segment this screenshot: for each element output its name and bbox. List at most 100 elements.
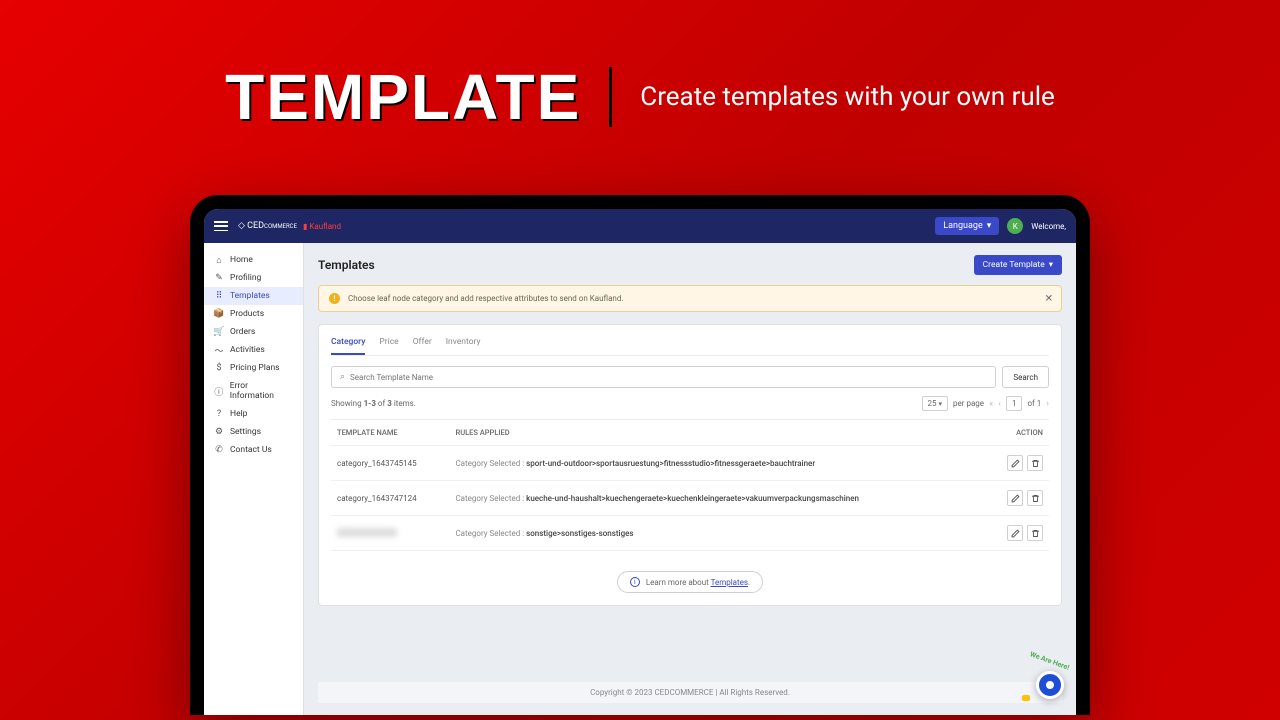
delete-button[interactable] xyxy=(1027,490,1043,506)
table-row: category_1643747124 Category Selected : k… xyxy=(331,481,1049,516)
sidebar-item-label: Activities xyxy=(230,345,265,355)
hero-divider xyxy=(609,67,612,127)
prev-page-icon[interactable]: ‹ xyxy=(998,399,1001,409)
language-button[interactable]: Language ▾ xyxy=(935,217,999,235)
main-content: Templates Create Template ▾ ! Choose lea… xyxy=(304,243,1076,715)
hero-title: TEMPLATE xyxy=(225,60,581,134)
sidebar-item-orders[interactable]: 🛒 Orders xyxy=(204,323,303,341)
rule-path: sport-und-outdoor>sportausruestung>fitne… xyxy=(526,459,815,468)
table-row: Category Selected : sonstige>sonstiges-s… xyxy=(331,516,1049,551)
per-page-select[interactable]: 25 ▾ xyxy=(922,396,949,411)
sidebar-item-label: Orders xyxy=(230,327,255,337)
search-input[interactable] xyxy=(350,373,987,382)
rule-prefix: Category Selected : xyxy=(455,459,526,468)
sidebar: ⌂ Home ✎ Profiling ⠿ Templates 📦 Products 🛒 Order… xyxy=(204,243,304,715)
edit-button[interactable] xyxy=(1007,455,1023,471)
delete-button[interactable] xyxy=(1027,455,1043,471)
chat-icon xyxy=(1036,671,1064,699)
learn-more: i Learn more about Templates. xyxy=(331,569,1049,593)
sidebar-icon: ⌂ xyxy=(214,255,224,265)
welcome-text: Welcome, xyxy=(1031,222,1066,231)
sidebar-item-label: Contact Us xyxy=(230,445,272,455)
sidebar-item-contact-us[interactable]: ✆ Contact Us xyxy=(204,441,303,459)
showing-text: Showing 1-3 of 3 items. xyxy=(331,399,416,408)
sidebar-item-activities[interactable]: 〜 Activities xyxy=(204,341,303,359)
rule-path: sonstige>sonstiges-sonstiges xyxy=(526,529,633,538)
sidebar-item-label: Settings xyxy=(230,427,261,437)
sidebar-icon: ✎ xyxy=(214,273,224,283)
col-name: TEMPLATE NAME xyxy=(331,420,449,446)
page-title: Templates xyxy=(318,258,375,272)
next-page-icon[interactable]: › xyxy=(1046,399,1049,409)
sidebar-item-label: Home xyxy=(230,255,253,265)
edit-button[interactable] xyxy=(1007,525,1023,541)
brand-logo: ◇ CEDCOMMERCE ▮ Kaufland xyxy=(238,221,341,231)
warning-icon: ! xyxy=(329,293,340,304)
close-icon[interactable]: ✕ xyxy=(1045,293,1053,304)
sidebar-item-products[interactable]: 📦 Products xyxy=(204,305,303,323)
sidebar-item-profiling[interactable]: ✎ Profiling xyxy=(204,269,303,287)
sidebar-item-label: Help xyxy=(230,409,247,419)
search-input-wrapper: ⌕ xyxy=(331,366,996,388)
edit-button[interactable] xyxy=(1007,490,1023,506)
templates-card: Category Price Offer Inventory ⌕ Search Sho… xyxy=(318,324,1062,606)
sidebar-item-label: Pricing Plans xyxy=(230,363,280,373)
info-alert: ! Choose leaf node category and add resp… xyxy=(318,285,1062,312)
sidebar-item-label: Templates xyxy=(230,291,270,301)
sidebar-item-label: Error Information xyxy=(230,381,293,401)
table-row: category_1643745145 Category Selected : s… xyxy=(331,446,1049,481)
sidebar-icon: 📦 xyxy=(214,309,224,319)
create-template-button[interactable]: Create Template ▾ xyxy=(974,255,1062,275)
sidebar-item-error-information[interactable]: ⓘ Error Information xyxy=(204,377,303,405)
sidebar-item-label: Profiling xyxy=(230,273,261,283)
chevron-down-icon: ▾ xyxy=(987,221,992,231)
search-button[interactable]: Search xyxy=(1002,366,1049,388)
tab-inventory[interactable]: Inventory xyxy=(446,337,481,355)
rule-prefix: Category Selected : xyxy=(455,494,526,503)
tab-category[interactable]: Category xyxy=(331,337,365,355)
sidebar-icon: ⠿ xyxy=(214,291,224,301)
sidebar-icon: ⓘ xyxy=(214,386,224,396)
template-name: category_1643745145 xyxy=(337,459,417,468)
search-icon: ⌕ xyxy=(340,372,345,382)
avatar[interactable]: K xyxy=(1007,218,1023,234)
topbar: ◇ CEDCOMMERCE ▮ Kaufland Language ▾ K We… xyxy=(204,209,1076,243)
learn-templates-link[interactable]: Templates xyxy=(711,578,748,587)
sidebar-icon: 〜 xyxy=(214,345,224,355)
chat-widget[interactable]: We Are Here! xyxy=(1024,659,1068,703)
pagination: 25 ▾ per page « ‹ 1 of 1 › xyxy=(922,396,1050,411)
templates-table: TEMPLATE NAME RULES APPLIED ACTION categ… xyxy=(331,419,1049,551)
rule-path: kueche-und-haushalt>kuechengeraete>kuech… xyxy=(526,494,859,503)
sidebar-item-templates[interactable]: ⠿ Templates xyxy=(204,287,303,305)
sidebar-icon: $ xyxy=(214,363,224,373)
tab-offer[interactable]: Offer xyxy=(413,337,432,355)
sidebar-icon: ✆ xyxy=(214,445,224,455)
sidebar-item-settings[interactable]: ⚙ Settings xyxy=(204,423,303,441)
hero-banner: TEMPLATE Create templates with your own … xyxy=(0,0,1280,164)
sidebar-icon: ? xyxy=(214,409,224,419)
sidebar-item-pricing-plans[interactable]: $ Pricing Plans xyxy=(204,359,303,377)
template-name: category_1643747124 xyxy=(337,494,417,503)
sidebar-item-home[interactable]: ⌂ Home xyxy=(204,251,303,269)
info-icon: i xyxy=(630,577,640,587)
footer-text: Copyright © 2023 CEDCOMMERCE | All Right… xyxy=(318,682,1062,703)
sidebar-icon: ⚙ xyxy=(214,427,224,437)
page-input[interactable]: 1 xyxy=(1006,396,1023,411)
chat-accent xyxy=(1022,695,1030,701)
chevron-down-icon: ▾ xyxy=(1049,260,1053,270)
menu-toggle-icon[interactable] xyxy=(214,221,228,231)
tabs: Category Price Offer Inventory xyxy=(331,337,1049,356)
col-rules: RULES APPLIED xyxy=(449,420,986,446)
first-page-icon[interactable]: « xyxy=(989,399,993,409)
template-name-blurred xyxy=(337,528,397,537)
delete-button[interactable] xyxy=(1027,525,1043,541)
tab-price[interactable]: Price xyxy=(379,337,398,355)
sidebar-item-label: Products xyxy=(230,309,264,319)
sidebar-icon: 🛒 xyxy=(214,327,224,337)
rule-prefix: Category Selected : xyxy=(455,529,526,538)
sidebar-item-help[interactable]: ? Help xyxy=(204,405,303,423)
alert-text: Choose leaf node category and add respec… xyxy=(348,294,623,303)
hero-subtitle: Create templates with your own rule xyxy=(640,82,1055,112)
col-action: ACTION xyxy=(987,420,1049,446)
device-frame: ◇ CEDCOMMERCE ▮ Kaufland Language ▾ K We… xyxy=(190,195,1090,715)
